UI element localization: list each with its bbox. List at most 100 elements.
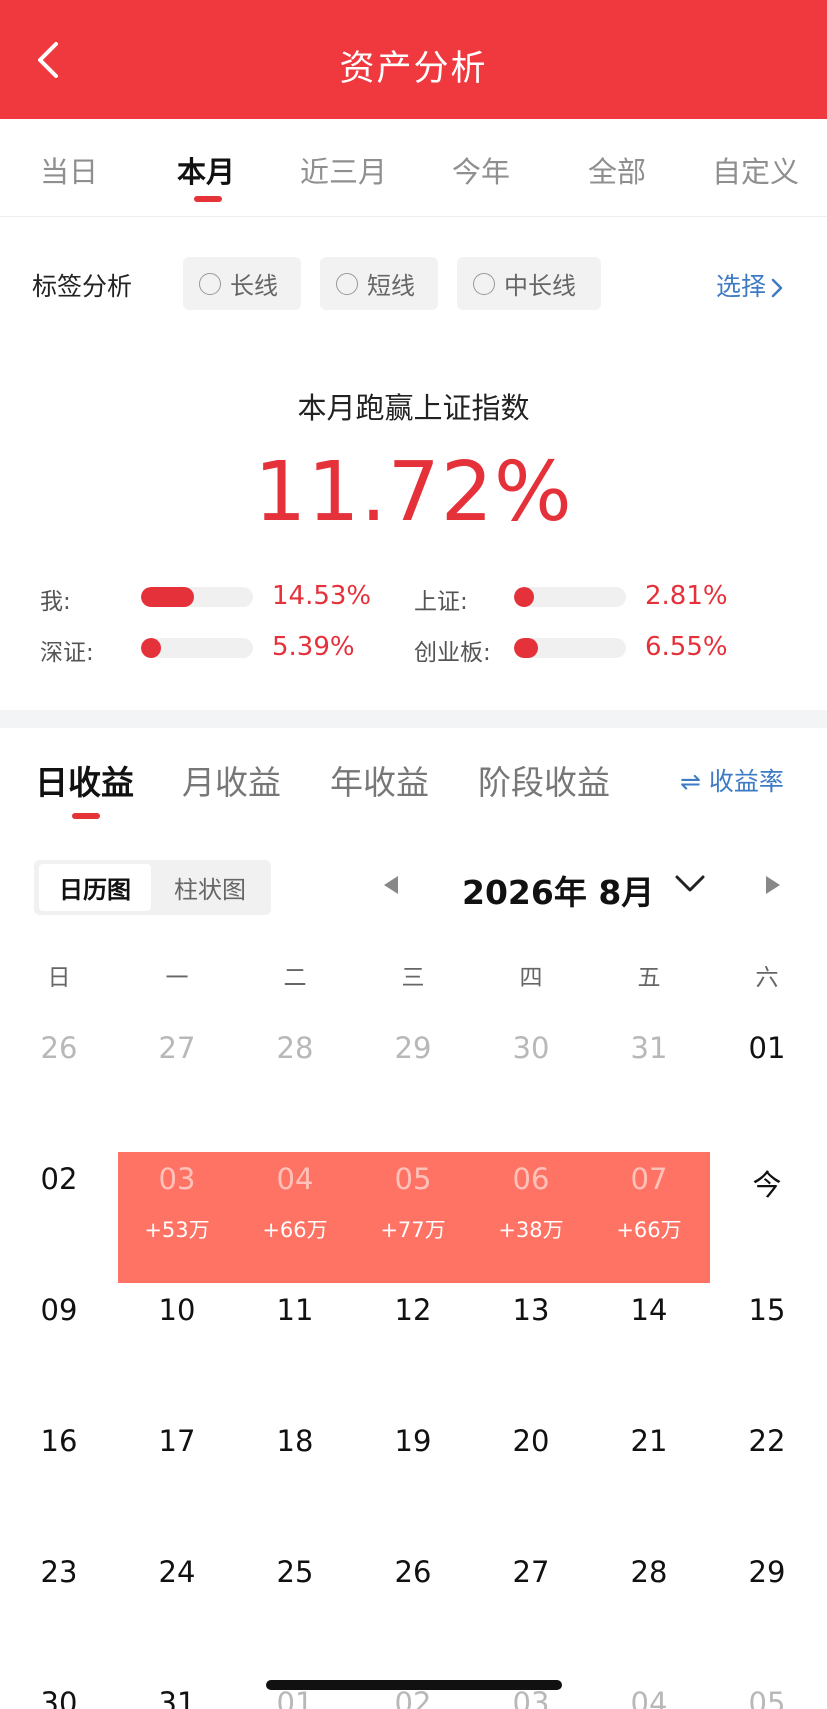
- calendar-day[interactable]: 05 +77万: [354, 1162, 472, 1244]
- calendar-day-number: 03: [158, 1162, 196, 1196]
- calendar-day-profit: +66万: [262, 1218, 328, 1242]
- section-divider: [0, 710, 827, 728]
- calendar-day[interactable]: 11: [236, 1293, 354, 1327]
- tab-today[interactable]: 当日: [40, 149, 98, 191]
- tab-yearly-profit[interactable]: 年收益: [330, 756, 429, 804]
- calendar-day[interactable]: 30: [0, 1686, 118, 1709]
- calendar-day-number: 28: [630, 1555, 668, 1589]
- calendar-day[interactable]: 28: [236, 1031, 354, 1065]
- outperform-title: 本月跑赢上证指数: [297, 391, 530, 425]
- calendar-day-number: 04: [276, 1162, 314, 1196]
- calendar-day[interactable]: 01: [708, 1031, 826, 1065]
- tag-chip-short-term[interactable]: 短线: [320, 257, 438, 310]
- tab-last-three-months[interactable]: 近三月: [300, 149, 387, 191]
- tab-stage-profit[interactable]: 阶段收益: [478, 756, 610, 804]
- compare-value-chinext: 6.55%: [645, 632, 728, 662]
- calendar-day[interactable]: 31: [118, 1686, 236, 1709]
- calendar-day[interactable]: 09: [0, 1293, 118, 1327]
- compare-value-shenzhen: 5.39%: [272, 632, 355, 662]
- calendar-day-number: 21: [630, 1424, 668, 1458]
- calendar-day[interactable]: 19: [354, 1424, 472, 1458]
- tab-this-year[interactable]: 今年: [452, 149, 510, 191]
- calendar-day[interactable]: 16: [0, 1424, 118, 1458]
- tag-chip-label: 中长线: [504, 272, 576, 300]
- calendar-day[interactable]: 29: [708, 1555, 826, 1589]
- calendar-day-number: 10: [158, 1293, 196, 1327]
- calendar-day[interactable]: 04: [590, 1686, 708, 1709]
- calendar-day[interactable]: 17: [118, 1424, 236, 1458]
- month-dropdown-button[interactable]: [673, 872, 707, 900]
- calendar-day[interactable]: 27: [118, 1031, 236, 1065]
- calendar-day-profit: +38万: [498, 1218, 564, 1242]
- tab-custom[interactable]: 自定义: [712, 149, 799, 191]
- tab-monthly-profit[interactable]: 月收益: [182, 756, 281, 804]
- calendar-day[interactable]: 13: [472, 1293, 590, 1327]
- calendar-day-number: 18: [276, 1424, 314, 1458]
- calendar-day[interactable]: 27: [472, 1555, 590, 1589]
- calendar-day-number: 27: [158, 1031, 196, 1065]
- calendar-day-number: 11: [276, 1293, 314, 1327]
- calendar-day[interactable]: 20: [472, 1424, 590, 1458]
- calendar-day-number: 31: [158, 1686, 196, 1709]
- calendar-day-number: 27: [512, 1555, 550, 1589]
- calendar-day-number: 12: [394, 1293, 432, 1327]
- app-header: 资产分析: [0, 0, 827, 119]
- calendar-day[interactable]: 26: [354, 1555, 472, 1589]
- calendar-day[interactable]: 07 +66万: [590, 1162, 708, 1244]
- calendar-day[interactable]: 15: [708, 1293, 826, 1327]
- calendar-day-number: 30: [40, 1686, 78, 1709]
- calendar-day-number: 29: [394, 1031, 432, 1065]
- calendar-day[interactable]: 29: [354, 1031, 472, 1065]
- calendar-day[interactable]: 04 +66万: [236, 1162, 354, 1244]
- calendar-view-button[interactable]: 日历图: [39, 864, 151, 911]
- profit-rate-toggle[interactable]: ⇌ 收益率: [680, 762, 784, 798]
- calendar-day-number: 05: [394, 1162, 432, 1196]
- calendar-day[interactable]: 06 +38万: [472, 1162, 590, 1244]
- calendar-day[interactable]: 03 +53万: [118, 1162, 236, 1244]
- compare-value-shanghai: 2.81%: [645, 581, 728, 611]
- calendar-day[interactable]: 28: [590, 1555, 708, 1589]
- calendar-day[interactable]: 14: [590, 1293, 708, 1327]
- tag-analysis-row: 标签分析 长线 短线 中长线 选择: [0, 256, 827, 312]
- calendar-day-profit: +53万: [144, 1218, 210, 1242]
- calendar-day-number: 05: [748, 1686, 786, 1709]
- calendar-day-number: 20: [512, 1424, 550, 1458]
- calendar-day[interactable]: 22: [708, 1424, 826, 1458]
- radio-icon: [199, 272, 221, 295]
- calendar-day-number: 13: [512, 1293, 550, 1327]
- next-month-button[interactable]: [764, 874, 782, 900]
- tab-all[interactable]: 全部: [588, 149, 646, 191]
- calendar-day[interactable]: 05: [708, 1686, 826, 1709]
- tag-chip-label: 短线: [367, 272, 415, 300]
- calendar-day[interactable]: 18: [236, 1424, 354, 1458]
- prev-month-button[interactable]: [382, 874, 400, 900]
- calendar-day[interactable]: 12: [354, 1293, 472, 1327]
- calendar-day[interactable]: 31: [590, 1031, 708, 1065]
- calendar-day[interactable]: 10: [118, 1293, 236, 1327]
- chevron-right-icon: [771, 278, 783, 298]
- compare-value-me: 14.53%: [272, 581, 372, 611]
- radio-icon: [336, 272, 358, 295]
- tab-daily-profit[interactable]: 日收益: [35, 756, 134, 804]
- calendar-day[interactable]: 25: [236, 1555, 354, 1589]
- calendar-day-number: 28: [276, 1031, 314, 1065]
- tab-this-month[interactable]: 本月: [177, 149, 235, 191]
- calendar-day-number: 09: [40, 1293, 78, 1327]
- active-profit-tab-indicator: [72, 813, 100, 819]
- calendar-day[interactable]: 24: [118, 1555, 236, 1589]
- tag-chip-mid-long-term[interactable]: 中长线: [457, 257, 601, 310]
- compare-bar-me: [141, 587, 253, 607]
- calendar-day-number: 16: [40, 1424, 78, 1458]
- calendar-day[interactable]: 26: [0, 1031, 118, 1065]
- calendar-day[interactable]: 今: [708, 1162, 826, 1204]
- tag-chip-long-term[interactable]: 长线: [183, 257, 301, 310]
- compare-label-shenzhen: 深证:: [40, 640, 94, 666]
- calendar-day[interactable]: 02: [0, 1162, 118, 1196]
- calendar-day-number: 24: [158, 1555, 196, 1589]
- calendar-day-number: 22: [748, 1424, 786, 1458]
- tag-select-link[interactable]: 选择: [716, 267, 784, 303]
- calendar-day[interactable]: 21: [590, 1424, 708, 1458]
- calendar-day[interactable]: 23: [0, 1555, 118, 1589]
- calendar-day[interactable]: 30: [472, 1031, 590, 1065]
- bar-view-button[interactable]: 柱状图: [154, 864, 266, 911]
